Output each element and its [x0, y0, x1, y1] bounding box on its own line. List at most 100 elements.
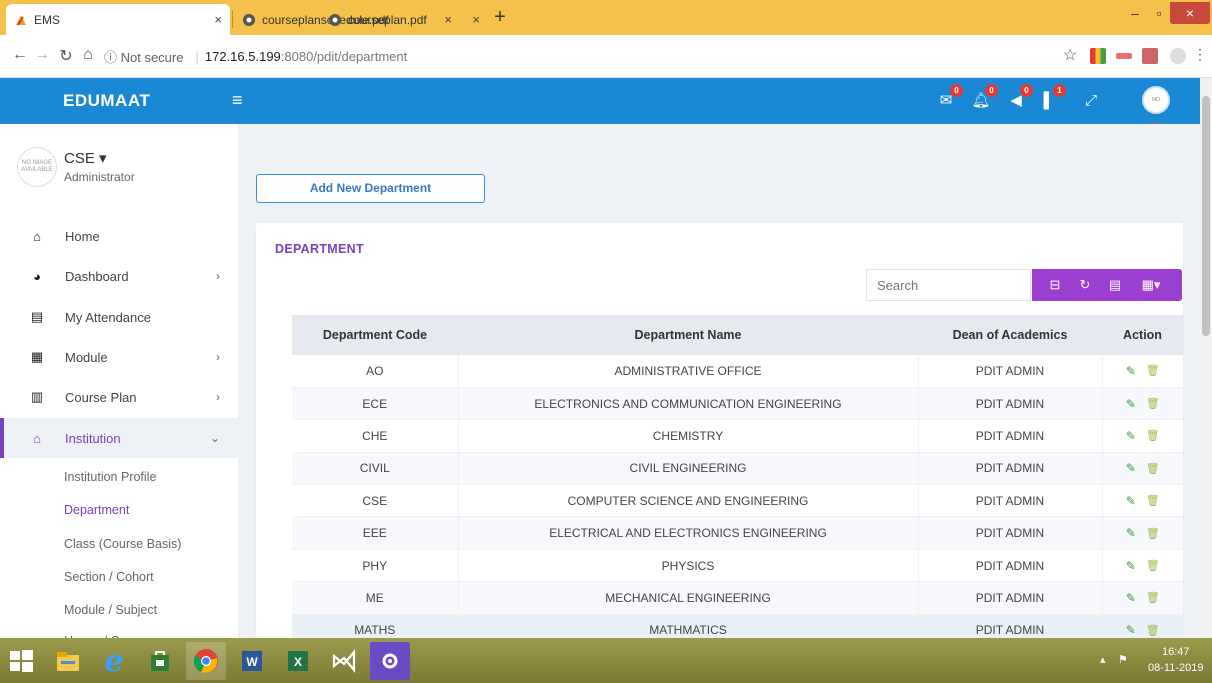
table-row: EEE ELECTRICAL AND ELECTRONICS ENGINEERI…	[292, 516, 1183, 550]
brand-logo[interactable]: EDUMAAT	[0, 78, 238, 124]
address-bar: ← → ↻ ⌂ ⓘ Not secure | 172.16.5.199 :808…	[0, 35, 1212, 78]
sidebar-item-dashboard[interactable]: ◕ Dashboard ›	[0, 256, 238, 296]
file-explorer-icon[interactable]	[48, 642, 88, 680]
messages-icon[interactable]: ✉ 0	[935, 84, 963, 112]
department-name: CIVIL ENGINEERING	[458, 452, 919, 485]
word-icon[interactable]: W	[232, 642, 272, 680]
row-actions: ✎ 🗑︎	[1102, 517, 1183, 549]
internet-explorer-icon[interactable]: e	[94, 642, 134, 680]
page-scrollbar[interactable]	[1200, 78, 1212, 638]
not-secure-label[interactable]: ⓘ Not secure	[104, 47, 183, 66]
maximize-window-icon[interactable]: ▫	[1148, 2, 1170, 24]
svg-text:W: W	[246, 655, 258, 669]
delete-trash-icon[interactable]: 🗑︎	[1146, 494, 1160, 507]
export-icon[interactable]: ▤	[1100, 269, 1130, 301]
ems-favicon-icon	[14, 13, 28, 27]
dean-name: PDIT ADMIN	[918, 581, 1103, 615]
alerts-icon[interactable]: ▌ 1	[1038, 84, 1066, 112]
delete-trash-icon[interactable]: 🗑︎	[1146, 527, 1160, 540]
sidebar-item-module[interactable]: ▦ Module ›	[0, 337, 238, 377]
tab-ems[interactable]: EMS ×	[6, 4, 230, 35]
edit-pencil-icon[interactable]: ✎	[1126, 461, 1136, 475]
home-icon: ⌂	[33, 228, 41, 244]
department-name: CHEMISTRY	[458, 419, 919, 453]
back-icon[interactable]: ←	[10, 46, 30, 64]
close-window-icon[interactable]: ×	[1170, 2, 1210, 24]
close-tab-icon[interactable]: ×	[214, 12, 222, 27]
forward-icon[interactable]: →	[32, 46, 52, 64]
reload-icon[interactable]: ↻	[56, 46, 76, 66]
extension-icon[interactable]	[1116, 53, 1132, 59]
column-header[interactable]: Department Code	[292, 315, 458, 355]
fullscreen-icon[interactable]: ⤢	[1080, 90, 1102, 112]
delete-trash-icon[interactable]: 🗑︎	[1146, 364, 1160, 377]
delete-trash-icon[interactable]: 🗑︎	[1146, 624, 1160, 637]
delete-trash-icon[interactable]: 🗑︎	[1146, 397, 1160, 410]
delete-trash-icon[interactable]: 🗑︎	[1146, 429, 1160, 442]
department-code: CIVIL	[292, 452, 459, 485]
sidebar-subitem-institution-profile[interactable]: Institution Profile	[64, 470, 156, 484]
chrome-icon[interactable]	[186, 642, 226, 680]
menu-kebab-icon[interactable]: ⋮	[1190, 46, 1210, 63]
tab-courseplan[interactable]: courseplan.pdf ×	[320, 4, 488, 35]
table-row: ECE ELECTRONICS AND COMMUNICATION ENGINE…	[292, 387, 1183, 420]
header-avatar[interactable]: NO IMAGE AVAILABLE	[1142, 86, 1170, 151]
chevron-right-icon: ›	[216, 269, 220, 283]
columns-dropdown-icon[interactable]: ▦▾	[1130, 269, 1172, 301]
user-name-dropdown[interactable]: CSE ▾	[64, 149, 107, 167]
delete-trash-icon[interactable]: 🗑︎	[1146, 591, 1160, 604]
hamburger-menu-icon[interactable]: ≡	[232, 90, 243, 111]
sidebar-subitem-department[interactable]: Department	[64, 503, 129, 517]
sidebar-item-course-plan[interactable]: ▥ Course Plan ›	[0, 377, 238, 417]
alerts-badge: 1	[1053, 84, 1066, 97]
visual-studio-icon[interactable]	[324, 642, 364, 680]
edit-pencil-icon[interactable]: ✎	[1126, 494, 1136, 508]
toggle-view-icon[interactable]: ⊟	[1040, 269, 1070, 301]
windows-start-icon[interactable]	[6, 646, 36, 676]
bookmark-star-icon[interactable]: ☆	[1060, 45, 1080, 65]
refresh-icon[interactable]: ↻	[1070, 269, 1100, 301]
new-tab-button[interactable]: +	[488, 6, 512, 30]
sidebar-item-my-attendance[interactable]: ▤ My Attendance	[0, 297, 238, 337]
store-icon[interactable]	[140, 642, 180, 680]
profile-icon[interactable]	[1170, 48, 1186, 64]
edit-pencil-icon[interactable]: ✎	[1126, 397, 1136, 411]
department-code: AO	[292, 355, 459, 388]
edit-pencil-icon[interactable]: ✎	[1126, 526, 1136, 540]
sidebar-item-home[interactable]: ⌂ Home	[0, 216, 238, 256]
sidebar-item-institution[interactable]: ⌂ Institution ⌄	[0, 418, 238, 458]
edit-pencil-icon[interactable]: ✎	[1126, 623, 1136, 637]
add-new-department-button[interactable]: Add New Department	[256, 174, 485, 203]
sidebar-subitem-section[interactable]: Section / Cohort	[64, 570, 154, 584]
taskbar-clock[interactable]: 16:47 08-11-2019	[1148, 644, 1203, 676]
action-center-flag-icon[interactable]: ⚑	[1118, 653, 1128, 666]
sidebar-subitem-class[interactable]: Class (Course Basis)	[64, 537, 181, 551]
search-input[interactable]	[866, 269, 1031, 301]
edit-pencil-icon[interactable]: ✎	[1126, 559, 1136, 573]
table-row: MATHS MATHMATICS PDIT ADMIN ✎ 🗑︎	[292, 614, 1183, 638]
delete-trash-icon[interactable]: 🗑︎	[1146, 462, 1160, 475]
dean-name: PDIT ADMIN	[918, 355, 1103, 388]
scrollbar-thumb[interactable]	[1202, 96, 1210, 336]
column-header[interactable]: Department Name	[458, 315, 918, 355]
minimize-window-icon[interactable]: –	[1124, 2, 1146, 24]
edit-pencil-icon[interactable]: ✎	[1126, 429, 1136, 443]
sidebar-item-label: My Attendance	[65, 309, 151, 325]
tray-chevron-icon[interactable]: ▴	[1100, 653, 1106, 666]
url-field[interactable]: ⓘ Not secure | 172.16.5.199 :8080/pdit/d…	[104, 44, 724, 68]
home-icon[interactable]: ⌂	[78, 46, 98, 64]
sidebar-item-label: Dashboard	[65, 268, 129, 284]
control-panel-icon[interactable]	[370, 642, 410, 680]
table-row: AO ADMINISTRATIVE OFFICE PDIT ADMIN ✎ 🗑︎	[292, 355, 1183, 388]
announcement-icon[interactable]: ◀ 0	[1005, 84, 1033, 112]
column-header[interactable]: Dean of Academics	[918, 315, 1102, 355]
excel-icon[interactable]: X	[278, 642, 318, 680]
extension-icon[interactable]	[1090, 48, 1106, 64]
notifications-bell-icon[interactable]: 🔔︎ 0	[970, 84, 998, 112]
delete-trash-icon[interactable]: 🗑︎	[1146, 559, 1160, 572]
edit-pencil-icon[interactable]: ✎	[1126, 364, 1136, 378]
edit-pencil-icon[interactable]: ✎	[1126, 591, 1136, 605]
extension-icon[interactable]	[1142, 48, 1158, 64]
sidebar-subitem-module-subject[interactable]: Module / Subject	[64, 603, 157, 617]
close-tab-icon[interactable]: ×	[472, 12, 480, 27]
